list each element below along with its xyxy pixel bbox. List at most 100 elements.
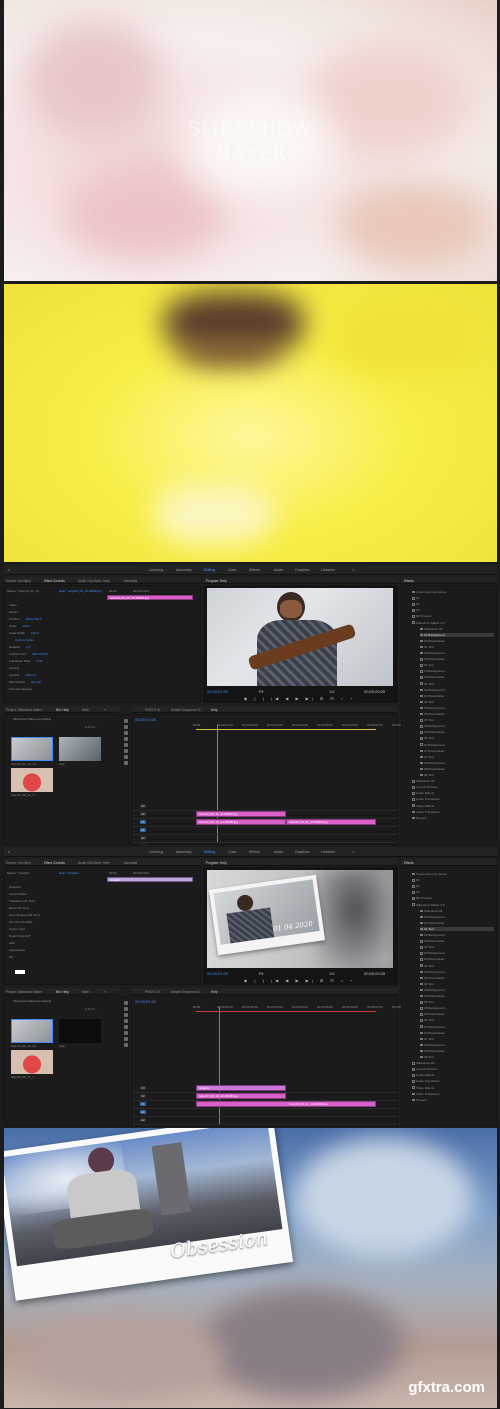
thumbnail-watermelon[interactable] — [11, 1050, 53, 1074]
tab-project[interactable]: Project: Slideshow Maker — [6, 990, 42, 994]
ec-clip-bar[interactable]: Graphic — [107, 877, 193, 882]
ec-property-row[interactable]: Time Remapping — [9, 687, 38, 691]
tab-metadata[interactable]: Metadata — [124, 861, 137, 865]
effects-item[interactable]: 08 Background — [420, 761, 445, 765]
program-fit-select[interactable]: Fit — [259, 971, 263, 976]
effects-item[interactable]: 05 Text — [420, 1000, 434, 1004]
effects-item[interactable]: 03 Placeholder — [420, 675, 445, 679]
work-area-bar[interactable] — [196, 1011, 376, 1012]
effects-item[interactable]: 05 Placeholder — [420, 712, 445, 716]
track-select-tool-icon[interactable] — [124, 725, 128, 729]
effects-item[interactable]: Presets — [412, 816, 427, 820]
work-area-bar[interactable] — [196, 729, 376, 730]
thumbnail-guitar[interactable] — [11, 737, 53, 761]
ripple-edit-tool-icon[interactable] — [124, 731, 128, 735]
effects-item[interactable]: Customise new Quote — [412, 872, 446, 876]
tab-bin-help[interactable]: Bin: Help — [56, 708, 69, 712]
track-label[interactable]: V2 — [140, 1094, 146, 1098]
timeline-timecode[interactable]: 00;00;01;00 — [135, 717, 156, 722]
effects-item[interactable]: 01 Text — [420, 645, 434, 649]
razor-tool-icon[interactable] — [124, 1019, 128, 1023]
ec-property-value[interactable]: 0.0 — [26, 645, 30, 649]
effects-item[interactable]: 05 Background — [420, 706, 445, 710]
ec-property-row[interactable]: Italic — [9, 941, 21, 945]
pen-tool-icon[interactable] — [124, 749, 128, 753]
effects-item[interactable]: Audio Transitions — [412, 1079, 440, 1083]
selection-tool-icon[interactable] — [124, 719, 128, 723]
ec-property-value[interactable]: 100.0 — [31, 631, 39, 635]
track-label[interactable]: A3 — [140, 844, 146, 845]
program-timecode-current[interactable]: 00;00;01;00 — [207, 689, 228, 694]
ec-sequence-label[interactable]: Help * Graphic — [59, 871, 79, 875]
selection-tool-icon[interactable] — [124, 1001, 128, 1005]
effects-item[interactable]: 07 Text — [420, 755, 434, 759]
effects-item[interactable]: 07 Placeholder — [420, 1031, 445, 1035]
timeline-tab-help[interactable]: Help — [211, 708, 218, 712]
razor-tool-icon[interactable] — [124, 737, 128, 741]
tab-effect-controls[interactable]: Effect Controls — [44, 861, 65, 865]
ec-property-row[interactable]: Rotation 0.0 — [9, 645, 30, 649]
effects-item[interactable]: 02 — [412, 884, 419, 888]
effects-item[interactable]: 04 Background — [420, 970, 445, 974]
timeline-clip[interactable]: help.00_00_11_13.00000.jpg — [196, 1101, 376, 1107]
ec-property-row[interactable]: Source Text — [9, 927, 31, 931]
track-label[interactable]: A2 — [140, 1118, 146, 1122]
effects-item[interactable]: Slideshow 03 — [412, 1061, 434, 1065]
home-icon[interactable]: ⌂ — [8, 850, 10, 854]
effects-item[interactable]: 07 Text — [420, 1037, 434, 1041]
slip-tool-icon[interactable] — [124, 743, 128, 747]
ec-property-row[interactable]: Text (01.04.2020) — [9, 920, 38, 924]
effects-item[interactable]: Slideshow 02 — [420, 909, 442, 913]
effects-item[interactable]: 02 Text — [420, 945, 434, 949]
effects-item[interactable]: 06 Text — [420, 1018, 434, 1022]
workspace-tab-graphics[interactable]: Graphics — [295, 850, 309, 854]
workspace-more[interactable]: » — [352, 568, 354, 572]
effects-item[interactable]: Video Effects — [412, 1086, 434, 1090]
timeline-timecode[interactable]: 00;00;01;09 — [135, 999, 156, 1004]
tab-effect-controls[interactable]: Effect Controls — [44, 579, 65, 583]
track-label[interactable]: V1 — [140, 1102, 146, 1106]
effects-item[interactable]: 08 Placeholder — [420, 767, 445, 771]
program-timecode-current[interactable]: 00;00;01;09 — [207, 971, 228, 976]
effects-item[interactable]: 05 Text — [420, 718, 434, 722]
workspace-more[interactable]: » — [352, 850, 354, 854]
effects-item[interactable]: 02 Background — [420, 933, 445, 937]
effects-item[interactable]: 03 Text — [420, 964, 434, 968]
ec-property-row[interactable]: Anchor Point 960.0 540.0 — [9, 652, 48, 656]
effects-item[interactable]: 04 Placeholder — [420, 694, 445, 698]
timeline-clip[interactable]: help.00_00_12_12.00000.jpg — [196, 819, 286, 825]
effects-item[interactable]: 01 Text — [420, 926, 494, 931]
effects-item[interactable]: 02 Text — [420, 663, 434, 667]
effects-item[interactable]: 05 Background — [420, 988, 445, 992]
workspace-tab-learning[interactable]: Learning — [149, 568, 163, 572]
ec-property-value[interactable]: Normal — [31, 680, 41, 684]
effects-item[interactable]: 03 Background — [420, 669, 445, 673]
effects-item[interactable]: 07 Placeholder — [420, 749, 445, 753]
effects-item[interactable]: 04 Text — [420, 982, 434, 986]
tab-media[interactable]: Medi — [82, 708, 89, 712]
track-label[interactable]: A2 — [140, 836, 146, 840]
effects-item[interactable]: 06 Background — [420, 724, 445, 728]
workspace-tab-learning[interactable]: Learning — [149, 850, 163, 854]
effects-item[interactable]: 02 Background — [420, 651, 445, 655]
track-label[interactable]: A1 — [140, 1110, 146, 1114]
effects-item[interactable]: 02 Placeholder — [420, 939, 445, 943]
workspace-tab-libraries[interactable]: Libraries — [321, 850, 335, 854]
tab-media[interactable]: Medi — [82, 990, 89, 994]
ec-property-row[interactable]: Fill — [9, 955, 19, 959]
program-resolution-select[interactable]: 1/2 — [329, 971, 335, 976]
program-title[interactable]: Program: Help — [206, 861, 227, 865]
timeline-tab-nested[interactable]: Nested Sequence 01 — [171, 708, 201, 712]
effects-item[interactable]: 08 Text — [420, 1055, 434, 1059]
ec-property-row[interactable]: Basic (01 Text) — [9, 906, 35, 910]
ec-property-value[interactable]: 960.0 540.0 — [32, 652, 48, 656]
effects-item[interactable]: 03 Text — [420, 682, 434, 686]
thumbnail-help[interactable] — [59, 737, 101, 761]
effects-item[interactable]: 01 — [412, 878, 419, 882]
workspace-tab-libraries[interactable]: Libraries — [321, 568, 335, 572]
workspace-tab-audio[interactable]: Audio — [274, 568, 283, 572]
workspace-tab-color[interactable]: Color — [228, 568, 237, 572]
effects-item[interactable]: 02 Placeholder — [420, 657, 445, 661]
effects-item[interactable]: Slideshow Maker 3.5 — [412, 903, 445, 907]
effects-item[interactable]: 07 Background — [420, 1025, 445, 1029]
